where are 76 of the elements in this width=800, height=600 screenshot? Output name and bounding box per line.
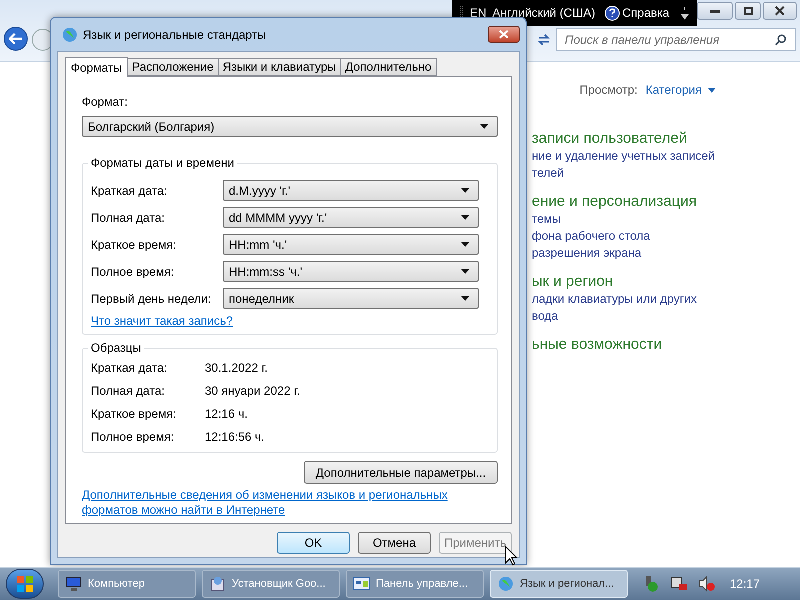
help-link[interactable]: Справка: [622, 4, 670, 22]
start-button[interactable]: [6, 569, 44, 599]
sample-label: Полное время:: [91, 430, 176, 445]
format-label: Формат:: [82, 94, 129, 111]
windows-logo: [16, 575, 34, 593]
dropdown-arrow-icon: [480, 124, 489, 129]
category-title[interactable]: ык и регион: [532, 272, 800, 291]
group-title: Образцы: [88, 341, 144, 355]
dropdown[interactable]: d.M.yyyy 'г.': [223, 180, 479, 201]
field-label: Полное время:: [91, 264, 174, 280]
view-label: Просмотр:: [580, 82, 638, 99]
dropdown[interactable]: HH:mm 'ч.': [223, 234, 479, 255]
category-link[interactable]: фона рабочего стола: [532, 228, 800, 245]
category-title[interactable]: ение и персонализация: [532, 192, 800, 211]
options-arrow-icon[interactable]: [681, 6, 689, 20]
dropdown-arrow-icon: [461, 188, 470, 193]
field-label: Первый день недели:: [91, 290, 212, 308]
dropdown[interactable]: HH:mm:ss 'ч.': [223, 261, 479, 282]
tab[interactable]: Расположение: [127, 58, 219, 76]
dropdown-arrow-icon: [461, 296, 470, 301]
sample-value: 30 януари 2022 г.: [205, 384, 300, 399]
refresh-icon[interactable]: [536, 32, 552, 48]
view-dropdown[interactable]: Категория: [646, 81, 716, 99]
restore-button[interactable]: [735, 2, 761, 20]
dropdown-arrow-icon: [461, 269, 470, 274]
help-link[interactable]: Что значит такая запись?: [91, 312, 234, 330]
category-link[interactable]: разрешения экрана: [532, 245, 800, 262]
back-button[interactable]: [4, 27, 28, 51]
control-panel-icon: [353, 576, 371, 592]
back-arrow-icon: [9, 33, 23, 45]
mouse-cursor-icon: [505, 546, 518, 566]
dropdown-arrow-icon: [461, 242, 470, 247]
search-field[interactable]: Поиск в панели управления: [556, 28, 796, 51]
category-link[interactable]: телей: [532, 165, 800, 182]
sample-label: Краткое время:: [91, 407, 178, 422]
language-name[interactable]: Английский (США): [492, 4, 596, 22]
sample-value: 30.1.2022 г.: [205, 361, 268, 376]
dialog-button[interactable]: OK: [277, 532, 350, 554]
muted-speaker-icon[interactable]: [698, 575, 716, 593]
dropdown[interactable]: dd MMMM yyyy 'г.': [223, 207, 479, 228]
minimize-button[interactable]: [697, 2, 733, 20]
computer-icon: [65, 576, 83, 592]
close-button[interactable]: [763, 2, 797, 20]
sample-label: Полная дата:: [91, 384, 166, 399]
sample-value: 12:16:56 ч.: [205, 430, 265, 445]
tab[interactable]: Языки и клавиатуры: [218, 58, 342, 76]
search-icon: [775, 34, 787, 46]
help-icon: [605, 6, 620, 20]
info-link[interactable]: Дополнительные сведения об изменении языков и региональных форматов можно найти в Интернете: [82, 488, 462, 518]
category-title[interactable]: записи пользователей: [532, 129, 800, 148]
close-button[interactable]: [488, 26, 520, 43]
tab[interactable]: Форматы: [65, 57, 128, 77]
caret-icon: [708, 88, 716, 92]
taskbar-button[interactable]: Язык и регионал...: [490, 570, 628, 598]
close-icon: [775, 6, 785, 16]
dropdown[interactable]: понеделник: [223, 288, 479, 309]
dropdown[interactable]: Болгарский (Болгария): [82, 116, 498, 137]
category-link[interactable]: вода: [532, 308, 800, 325]
advanced-settings-button[interactable]: Дополнительные параметры...: [304, 461, 498, 484]
globe-icon: [61, 26, 79, 44]
category-link[interactable]: ние и удаление учетных записей: [532, 148, 800, 165]
globe-icon: [497, 575, 515, 593]
dialog-button[interactable]: Отмена: [358, 532, 431, 554]
group-title: Форматы даты и времени: [88, 156, 238, 170]
field-label: Полная дата:: [91, 210, 165, 226]
dropdown-arrow-icon: [461, 215, 470, 220]
field-label: Краткая дата:: [91, 182, 168, 200]
sample-value: 12:16 ч.: [205, 407, 248, 422]
window-title: Язык и региональные стандарты: [83, 26, 266, 44]
sample-label: Краткая дата:: [91, 361, 168, 376]
category-title[interactable]: ьные возможности: [532, 335, 800, 354]
category-link[interactable]: темы: [532, 211, 800, 228]
field-label: Краткое время:: [91, 236, 176, 254]
category-link[interactable]: ладки клавиатуры или других: [532, 291, 800, 308]
close-icon: [499, 30, 509, 39]
tab[interactable]: Дополнительно: [340, 58, 437, 76]
